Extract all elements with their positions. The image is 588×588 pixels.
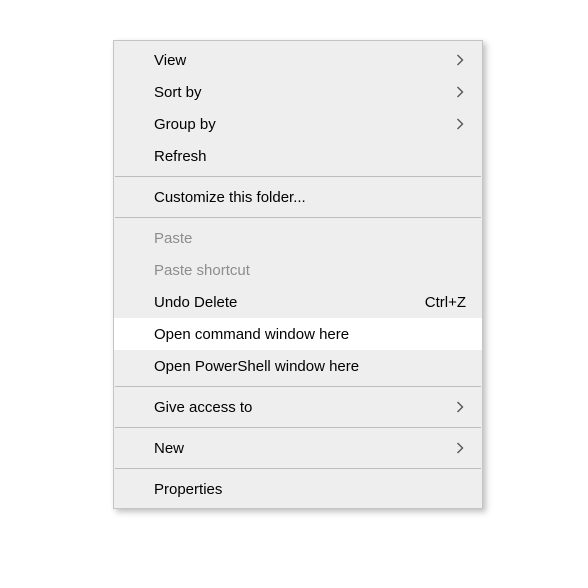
menu-item-refresh[interactable]: Refresh <box>114 140 482 172</box>
menu-item-give-access-to[interactable]: Give access to <box>114 391 482 423</box>
menu-separator <box>115 468 481 469</box>
menu-item-paste: Paste <box>114 222 482 254</box>
menu-item-label: View <box>154 52 438 69</box>
menu-item-label: Paste <box>154 230 466 247</box>
menu-item-label: Open PowerShell window here <box>154 358 466 375</box>
chevron-right-icon <box>454 86 466 98</box>
menu-item-label: Group by <box>154 116 438 133</box>
chevron-right-icon <box>454 54 466 66</box>
menu-item-shortcut: Ctrl+Z <box>425 294 466 311</box>
menu-item-open-command-window[interactable]: Open command window here <box>114 318 482 350</box>
chevron-right-icon <box>454 118 466 130</box>
menu-item-label: Sort by <box>154 84 438 101</box>
menu-item-label: Open command window here <box>154 326 466 343</box>
menu-separator <box>115 386 481 387</box>
menu-separator <box>115 427 481 428</box>
menu-item-view[interactable]: View <box>114 44 482 76</box>
menu-item-group-by[interactable]: Group by <box>114 108 482 140</box>
menu-item-open-powershell[interactable]: Open PowerShell window here <box>114 350 482 382</box>
menu-item-properties[interactable]: Properties <box>114 473 482 505</box>
menu-item-undo-delete[interactable]: Undo Delete Ctrl+Z <box>114 286 482 318</box>
menu-item-label: Customize this folder... <box>154 189 466 206</box>
menu-item-label: Give access to <box>154 399 438 416</box>
chevron-right-icon <box>454 442 466 454</box>
menu-separator <box>115 217 481 218</box>
menu-item-label: Paste shortcut <box>154 262 466 279</box>
menu-item-label: Properties <box>154 481 466 498</box>
context-menu: View Sort by Group by Refresh Customize … <box>113 40 483 509</box>
menu-item-customize-folder[interactable]: Customize this folder... <box>114 181 482 213</box>
menu-separator <box>115 176 481 177</box>
menu-item-sort-by[interactable]: Sort by <box>114 76 482 108</box>
menu-item-new[interactable]: New <box>114 432 482 464</box>
menu-item-label: New <box>154 440 438 457</box>
menu-item-label: Undo Delete <box>154 294 409 311</box>
chevron-right-icon <box>454 401 466 413</box>
menu-item-paste-shortcut: Paste shortcut <box>114 254 482 286</box>
menu-item-label: Refresh <box>154 148 466 165</box>
